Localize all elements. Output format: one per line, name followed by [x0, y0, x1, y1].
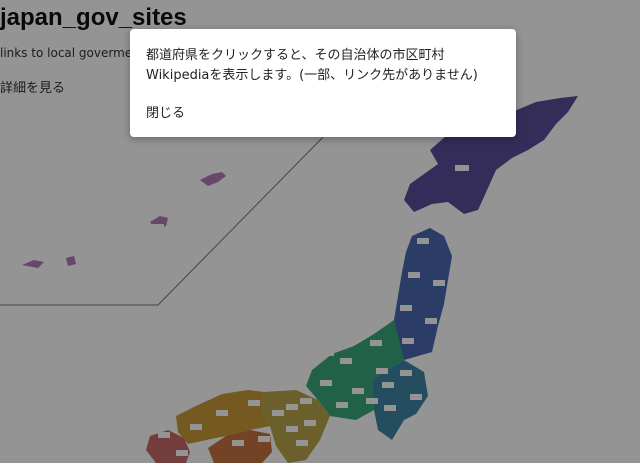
dialog-message: 都道府県をクリックすると、その自治体の市区町村Wikipediaを表示します。(… — [146, 48, 478, 83]
close-button[interactable]: 閉じる — [146, 102, 185, 121]
info-dialog: 都道府県をクリックすると、その自治体の市区町村Wikipediaを表示します。(… — [130, 29, 516, 137]
page: japan_gov_sites links to local govermen … — [0, 0, 640, 463]
